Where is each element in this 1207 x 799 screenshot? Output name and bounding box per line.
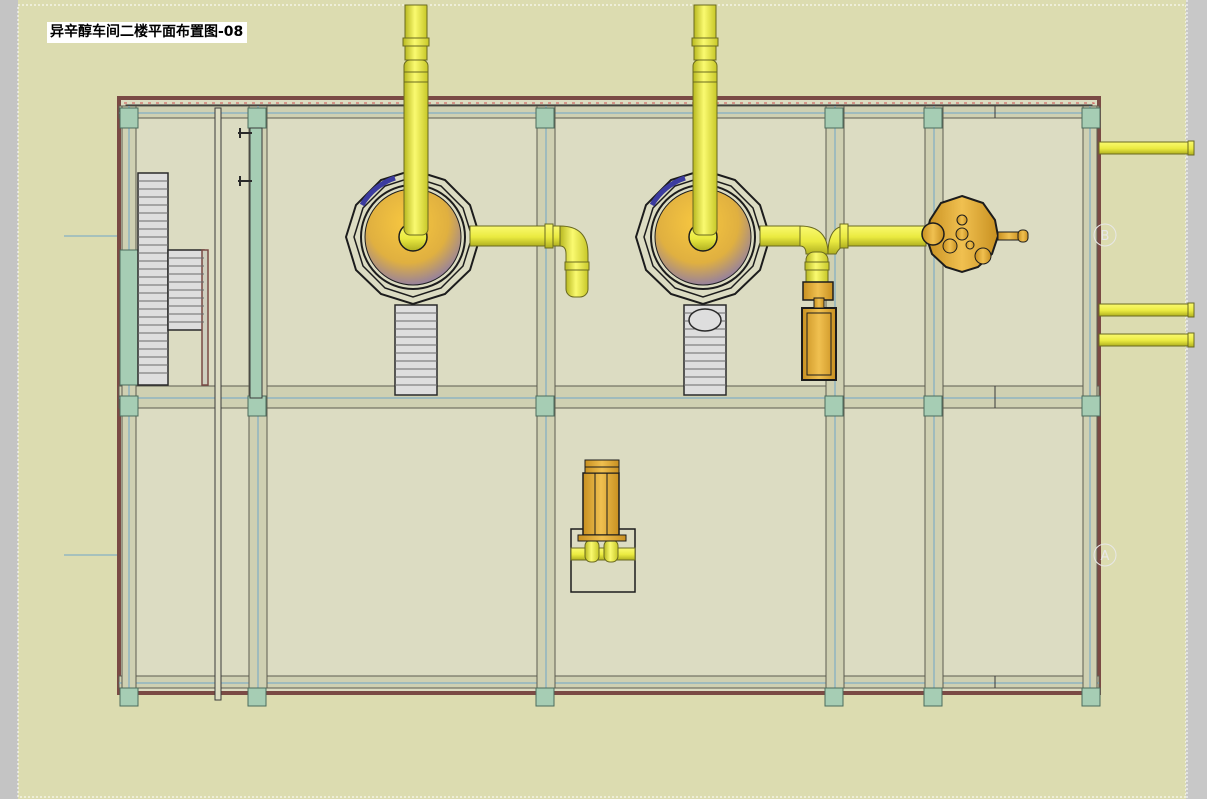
wall-segment xyxy=(119,249,139,386)
staircase-reactor-2 xyxy=(683,304,727,396)
drawing-title: 异辛醇车间二楼平面布置图-08 xyxy=(47,22,248,43)
vertical-rail xyxy=(249,127,263,399)
axis-label-a: A xyxy=(1101,549,1110,564)
secondary-beam xyxy=(214,107,222,701)
external-pipes-right xyxy=(1098,140,1195,348)
staircase-reactor-1 xyxy=(394,304,438,396)
exhaust-pipe-1 xyxy=(402,4,430,236)
scroll-margin xyxy=(1186,0,1207,799)
axis-label-b: B xyxy=(1101,229,1110,244)
receiver-tank xyxy=(801,281,837,381)
floor-plan-canvas: B A xyxy=(17,0,1207,799)
exhaust-pipe-2 xyxy=(691,4,719,236)
staircase-left-main xyxy=(137,172,169,386)
